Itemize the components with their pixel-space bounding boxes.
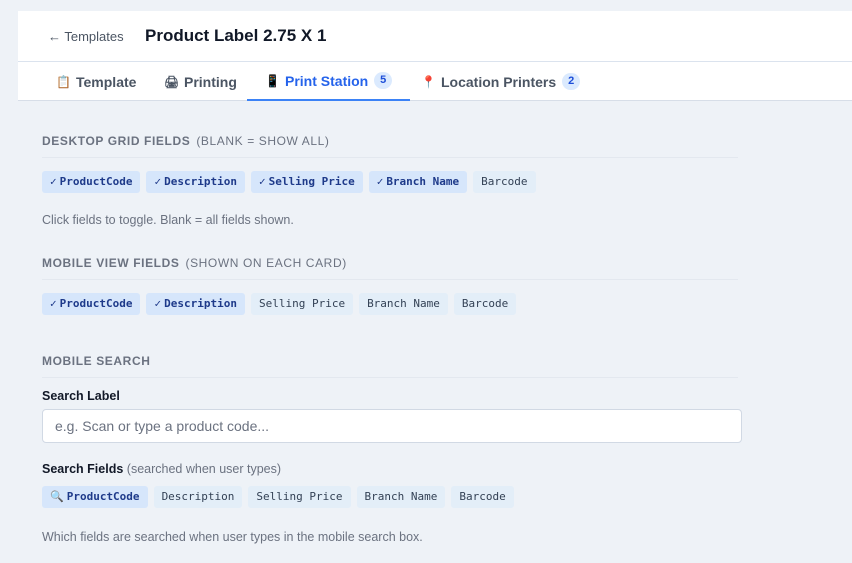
check-icon: ✓ [376,175,384,188]
section-title: DESKTOP GRID FIELDS [42,134,191,148]
check-icon: ✓ [154,175,162,188]
desktop-grid-field-chips: ✓ ProductCode ✓ Description ✓ Selling Price… [42,171,536,193]
field-chip-productcode[interactable]: ✓ ProductCode [42,293,141,315]
field-chip-branch-name[interactable]: Branch Name [356,486,446,508]
back-to-templates-link[interactable]: ← Templates [48,29,124,44]
search-fields-help: Which fields are searched when user type… [42,530,423,544]
field-chip-productcode[interactable]: 🔍 ProductCode [42,486,148,508]
field-chip-productcode[interactable]: ✓ ProductCode [42,171,141,193]
section-note: (BLANK = SHOW ALL) [196,134,330,148]
mobile-view-field-chips: ✓ ProductCode ✓ Description Selling Price … [42,293,517,315]
check-icon: ✓ [154,297,162,310]
tab-print-station[interactable]: 📱 Print Station 5 [247,62,411,101]
check-icon: ✓ [50,297,57,310]
field-chip-selling-price[interactable]: Selling Price [250,293,354,315]
tab-label: Printing [184,73,237,90]
section-note: (SHOWN ON EACH CARD) [185,256,347,270]
field-chip-branch-name[interactable]: Branch Name [359,293,448,315]
search-field-chips: 🔍 ProductCode Description Selling Price B… [42,486,514,508]
field-chip-description[interactable]: ✓ Description [146,293,245,315]
section-title: MOBILE SEARCH [42,354,151,368]
header-bar: ← Templates Product Label 2.75 X 1 [18,11,852,62]
field-chip-barcode[interactable]: Barcode [453,293,517,315]
field-chip-description[interactable]: ✓ Description [146,171,245,193]
search-fields-caption: Search Fields (searched when user types) [42,462,282,476]
search-fields-subcaption: (searched when user types) [126,462,282,476]
tab-label: Print Station [285,72,369,89]
field-chip-selling-price[interactable]: Selling Price [248,486,351,508]
desktop-grid-heading: DESKTOP GRID FIELDS (BLANK = SHOW ALL) [42,134,738,158]
search-label-caption: Search Label [42,389,120,403]
desktop-grid-help: Click fields to toggle. Blank = all fiel… [42,213,294,227]
tab-location-printers[interactable]: 📍 Location Printers 2 [421,62,581,101]
field-chip-description[interactable]: Description [153,486,243,508]
tab-label: Location Printers [441,73,557,90]
search-icon: 🔍 [50,490,64,503]
printer-icon: 🖨 [164,74,180,89]
field-chip-barcode[interactable]: Barcode [473,171,536,193]
tab-printing[interactable]: 🖨 Printing [164,62,237,101]
mobile-icon: 📱 [265,73,280,88]
mobile-view-heading: MOBILE VIEW FIELDS (SHOWN ON EACH CARD) [42,256,738,280]
search-label-input[interactable] [42,409,742,443]
tab-label: Template [76,73,137,90]
tab-bar: 📋 Template 🖨 Printing 📱 Print Station 5 … [18,62,852,101]
pin-icon: 📍 [421,74,436,89]
field-chip-selling-price[interactable]: ✓ Selling Price [250,171,363,193]
page-title: Product Label 2.75 X 1 [145,26,327,45]
check-icon: ✓ [258,175,266,188]
clipboard-icon: 📋 [56,74,71,89]
tab-count-badge: 2 [562,73,581,90]
field-chip-barcode[interactable]: Barcode [451,486,514,508]
tab-count-badge: 5 [374,72,393,89]
field-chip-branch-name[interactable]: ✓ Branch Name [368,171,468,193]
check-icon: ✓ [50,175,57,188]
mobile-search-heading: MOBILE SEARCH [42,354,738,378]
section-title: MOBILE VIEW FIELDS [42,256,180,270]
tab-template[interactable]: 📋 Template [56,62,136,101]
